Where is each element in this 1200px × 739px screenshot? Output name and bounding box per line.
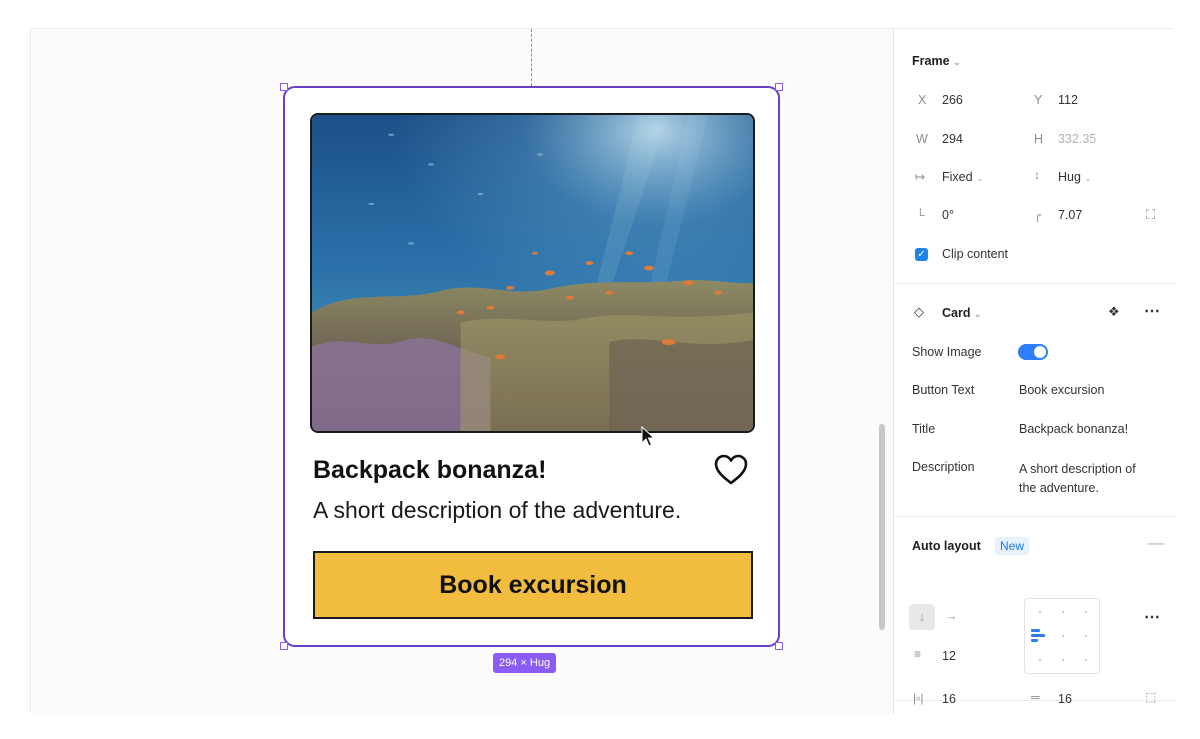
remove-auto-layout-icon[interactable]: —	[1148, 535, 1164, 553]
y-input[interactable]: 112	[1058, 93, 1078, 107]
y-label: Y	[1034, 93, 1043, 107]
description-input[interactable]: A short description of the adventure.	[1019, 460, 1136, 498]
align-bar	[1031, 639, 1038, 642]
card-description[interactable]: A short description of the adventure.	[313, 497, 681, 524]
direction-horizontal-icon[interactable]: →	[945, 609, 958, 623]
horizontal-padding-input[interactable]: 16	[942, 692, 956, 706]
heart-icon[interactable]	[713, 453, 749, 487]
w-label: W	[916, 132, 928, 146]
chevron-down-icon: ⌄	[953, 57, 961, 67]
individual-padding-icon[interactable]: ⬚	[1145, 690, 1156, 704]
gap-icon: ≡	[914, 647, 922, 661]
h-input[interactable]: 332.35	[1058, 132, 1096, 146]
show-image-toggle[interactable]	[1018, 344, 1048, 360]
direction-vertical-icon[interactable]: ↓	[909, 604, 935, 630]
corner-radius-input[interactable]: 7.07	[1058, 208, 1082, 222]
frame-section: Frame ⌄ X 266 Y 112 W 294 H 332.35 ↦ Fix…	[894, 29, 1176, 284]
align-bar	[1031, 629, 1040, 632]
mouse-cursor-icon	[641, 426, 655, 447]
coral-reef-image	[312, 115, 753, 431]
align-bar	[1031, 634, 1045, 637]
frame-header[interactable]: Frame ⌄	[912, 54, 961, 68]
resize-handle-bottom-right[interactable]	[775, 642, 783, 650]
auto-layout-more-icon[interactable]: ⋯	[1144, 607, 1160, 627]
title-input[interactable]: Backpack bonanza!	[1019, 422, 1128, 436]
book-excursion-button[interactable]: Book excursion	[313, 551, 753, 619]
clip-content-checkbox[interactable]: ✓	[915, 248, 928, 261]
alignment-grid[interactable]	[1024, 598, 1100, 674]
corner-radius-icon: ╭	[1034, 208, 1042, 222]
width-mode-dropdown[interactable]: Fixed ⌄	[942, 170, 984, 184]
chevron-down-icon: ⌄	[973, 309, 982, 319]
vertical-padding-input[interactable]: 16	[1058, 692, 1072, 706]
prop-label-button-text: Button Text	[912, 383, 975, 397]
more-options-icon[interactable]: ⋯	[1144, 301, 1160, 321]
gap-input[interactable]: 12	[942, 649, 956, 663]
horizontal-padding-icon: |▫|	[913, 691, 924, 705]
size-badge: 294 × Hug	[493, 653, 557, 673]
alignment-guide	[531, 29, 532, 86]
prop-label-show-image: Show Image	[912, 345, 982, 359]
prop-label-title: Title	[912, 422, 936, 436]
resize-handle-top-left[interactable]	[280, 83, 288, 91]
button-text-input[interactable]: Book excursion	[1019, 383, 1104, 397]
canvas-scrollbar[interactable]	[879, 424, 885, 630]
clip-content-label: Clip content	[942, 247, 1009, 261]
chevron-down-icon: ⌄	[1084, 173, 1092, 183]
height-mode-dropdown[interactable]: Hug ⌄	[1058, 170, 1092, 184]
vertical-resize-icon: ↕	[1034, 168, 1040, 182]
rotation-input[interactable]: 0°	[942, 208, 954, 222]
auto-layout-header: Auto layout	[912, 539, 981, 553]
prop-label-description: Description	[912, 460, 975, 474]
auto-layout-section: Auto layout New — ↓ → ≡ 12 ⋯ |▫| 16 ═ 16…	[894, 517, 1176, 706]
rotation-icon: └	[916, 208, 925, 222]
independent-corners-icon[interactable]: ⛶	[1146, 207, 1155, 223]
new-badge: New	[995, 537, 1030, 555]
chevron-down-icon: ⌄	[976, 173, 984, 183]
horizontal-resize-icon: ↦	[915, 170, 926, 184]
go-to-main-component-icon[interactable]: ❖	[1108, 304, 1120, 320]
design-canvas[interactable]: Backpack bonanza! A short description of…	[31, 29, 893, 714]
card-image[interactable]	[310, 113, 755, 433]
component-section: ◇ Card ⌄ ❖ ⋯ Show Image Button Text Book…	[894, 284, 1176, 517]
resize-handle-top-right[interactable]	[775, 83, 783, 91]
figma-app: Backpack bonanza! A short description of…	[30, 28, 1176, 714]
resize-handle-bottom-left[interactable]	[280, 642, 288, 650]
component-name-dropdown[interactable]: Card ⌄	[942, 306, 982, 320]
button-label: Book excursion	[439, 570, 627, 599]
h-label: H	[1034, 132, 1044, 146]
vertical-padding-icon: ═	[1031, 690, 1040, 704]
component-instance-icon: ◇	[914, 304, 924, 319]
x-label: X	[918, 93, 927, 107]
properties-panel: Frame ⌄ X 266 Y 112 W 294 H 332.35 ↦ Fix…	[893, 29, 1176, 714]
card-title[interactable]: Backpack bonanza!	[313, 456, 546, 485]
w-input[interactable]: 294	[942, 132, 963, 146]
x-input[interactable]: 266	[942, 93, 963, 107]
card-frame[interactable]: Backpack bonanza! A short description of…	[280, 83, 783, 650]
